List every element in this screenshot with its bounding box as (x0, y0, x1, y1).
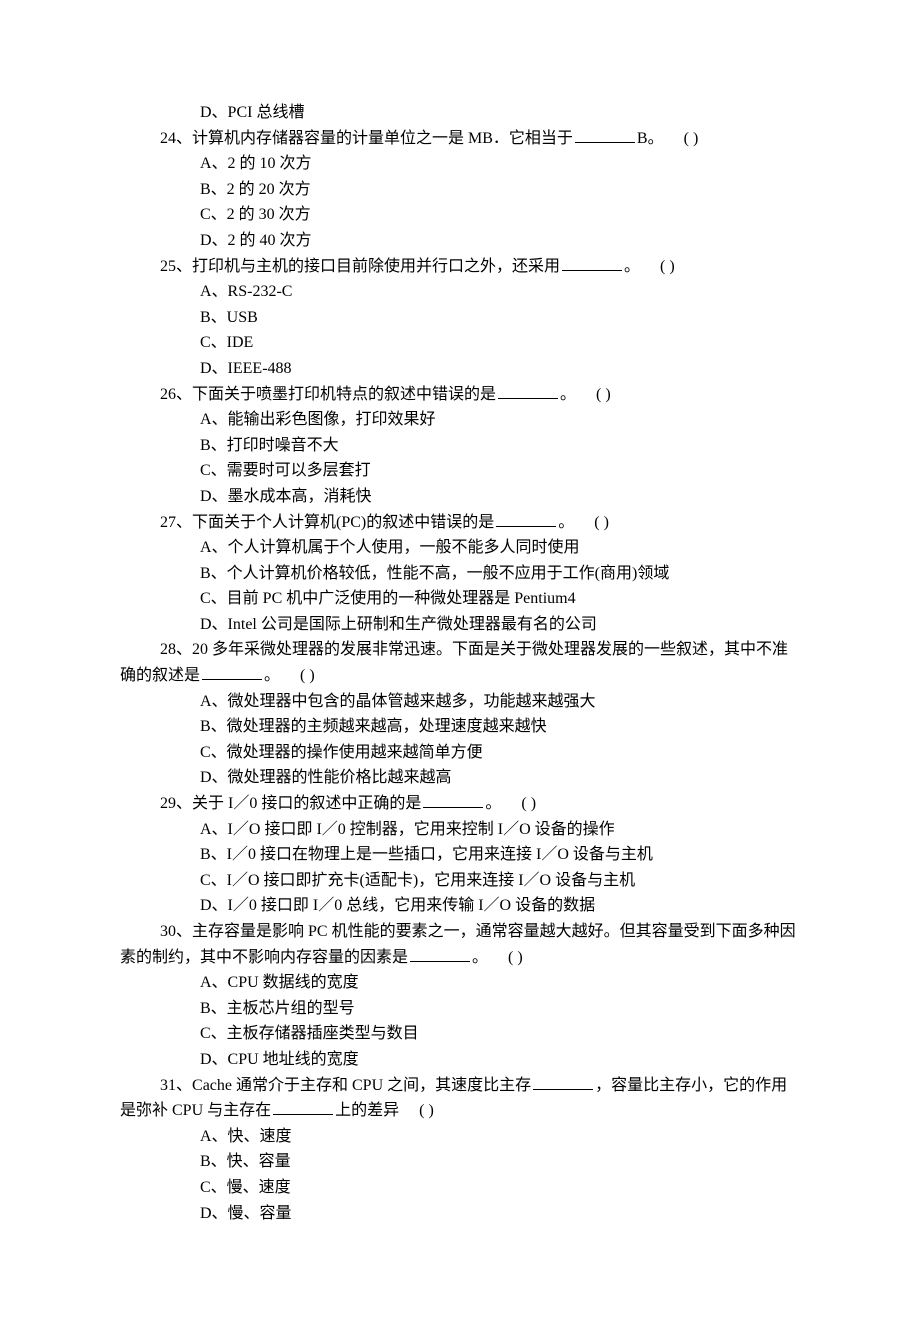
option-item: B、USB (120, 305, 800, 331)
question-text: 主存容量是影响 PC 机性能的要素之一，通常容量越大越好。但其容量受到下面多种因 (192, 923, 796, 940)
question-text-after: 。 (624, 258, 640, 275)
option-item: C、需要时可以多层套打 (120, 458, 800, 484)
question-number: 31、 (160, 1077, 192, 1094)
answer-paren: ( ) (419, 1102, 434, 1119)
blank (410, 945, 470, 962)
question-number: 29、 (160, 795, 192, 812)
question-number: 27、 (160, 514, 192, 531)
question-25: 25、打印机与主机的接口目前除使用并行口之外，还采用 。 ( ) (120, 254, 800, 280)
option-item: C、慢、速度 (120, 1175, 800, 1201)
question-number: 24、 (160, 130, 192, 147)
option-item: D、Intel 公司是国际上研制和生产微处理器最有名的公司 (120, 612, 800, 638)
question-text: Cache 通常介于主存和 CPU 之间，其速度比主存 (192, 1077, 531, 1094)
question-number: 30、 (160, 923, 192, 940)
option-item: A、I／O 接口即 I／0 控制器，它用来控制 I／O 设备的操作 (120, 817, 800, 843)
question-text-after: 上的差异 (335, 1102, 399, 1119)
question-text: 计算机内存储器容量的计量单位之一是 MB．它相当于 (192, 130, 573, 147)
answer-paren: ( ) (684, 130, 699, 147)
option-item: C、I／O 接口即扩充卡(适配卡)，它用来连接 I／O 设备与主机 (120, 868, 800, 894)
option-item: C、2 的 30 次方 (120, 202, 800, 228)
question-28: 28、20 多年采微处理器的发展非常迅速。下面是关于微处理器发展的一些叙述，其中… (120, 637, 800, 663)
option-item: B、主板芯片组的型号 (120, 996, 800, 1022)
blank (533, 1073, 593, 1090)
option-item: D、CPU 地址线的宽度 (120, 1047, 800, 1073)
option-item: C、微处理器的操作使用越来越简单方便 (120, 740, 800, 766)
option-item: B、2 的 20 次方 (120, 177, 800, 203)
question-text: 素的制约，其中不影响内存容量的因素是 (120, 949, 408, 966)
option-item: A、快、速度 (120, 1124, 800, 1150)
blank (423, 791, 483, 808)
question-number: 26、 (160, 386, 192, 403)
option-item: D、墨水成本高，消耗快 (120, 484, 800, 510)
option-item: D、I／0 接口即 I／0 总线，它用来传输 I／O 设备的数据 (120, 893, 800, 919)
question-text: 是弥补 CPU 与主存在 (120, 1102, 271, 1119)
option-item: B、微处理器的主频越来越高，处理速度越来越快 (120, 714, 800, 740)
question-27: 27、下面关于个人计算机(PC)的叙述中错误的是 。 ( ) (120, 510, 800, 536)
question-31-line2: 是弥补 CPU 与主存在 上的差异 ( ) (120, 1098, 800, 1124)
option-item: D、IEEE-488 (120, 356, 800, 382)
question-text-after: 。 (264, 667, 280, 684)
question-31: 31、Cache 通常介于主存和 CPU 之间，其速度比主存 ，容量比主存小，它的… (120, 1073, 800, 1099)
blank (575, 126, 635, 143)
question-text: 20 多年采微处理器的发展非常迅速。下面是关于微处理器发展的一些叙述，其中不准 (192, 641, 788, 658)
option-item: C、目前 PC 机中广泛使用的一种微处理器是 Pentium4 (120, 586, 800, 612)
option-item: A、个人计算机属于个人使用，一般不能多人同时使用 (120, 535, 800, 561)
question-26: 26、下面关于喷墨打印机特点的叙述中错误的是 。 ( ) (120, 382, 800, 408)
answer-paren: ( ) (596, 386, 611, 403)
option-item: A、能输出彩色图像，打印效果好 (120, 407, 800, 433)
answer-paren: ( ) (508, 949, 523, 966)
option-item: B、I／0 接口在物理上是一些插口，它用来连接 I／O 设备与主机 (120, 842, 800, 868)
option-item: B、打印时噪音不大 (120, 433, 800, 459)
question-text: ，容量比主存小，它的作用 (595, 1077, 787, 1094)
question-text-after: 。 (560, 386, 576, 403)
question-text: 关于 I／0 接口的叙述中正确的是 (192, 795, 421, 812)
option-item: D、慢、容量 (120, 1201, 800, 1227)
question-30-line2: 素的制约，其中不影响内存容量的因素是 。 ( ) (120, 945, 800, 971)
option-item: B、快、容量 (120, 1149, 800, 1175)
blank (562, 254, 622, 271)
question-text-after: B。 (637, 130, 664, 147)
option-item: A、微处理器中包含的晶体管越来越多，功能越来越强大 (120, 689, 800, 715)
question-29: 29、关于 I／0 接口的叙述中正确的是 。 ( ) (120, 791, 800, 817)
blank (496, 510, 556, 527)
question-30: 30、主存容量是影响 PC 机性能的要素之一，通常容量越大越好。但其容量受到下面… (120, 919, 800, 945)
question-text-after: 。 (472, 949, 488, 966)
question-24: 24、计算机内存储器容量的计量单位之一是 MB．它相当于 B。 ( ) (120, 126, 800, 152)
question-text: 下面关于喷墨打印机特点的叙述中错误的是 (192, 386, 496, 403)
answer-paren: ( ) (660, 258, 675, 275)
option-item: C、IDE (120, 330, 800, 356)
question-number: 25、 (160, 258, 192, 275)
option-item: D、微处理器的性能价格比越来越高 (120, 765, 800, 791)
option-item: A、2 的 10 次方 (120, 151, 800, 177)
option-item: A、CPU 数据线的宽度 (120, 970, 800, 996)
question-text-after: 。 (558, 514, 574, 531)
question-text: 确的叙述是 (120, 667, 200, 684)
option-item: A、RS-232-C (120, 279, 800, 305)
answer-paren: ( ) (300, 667, 315, 684)
option-item: C、主板存储器插座类型与数目 (120, 1021, 800, 1047)
answer-paren: ( ) (594, 514, 609, 531)
blank (273, 1098, 333, 1115)
option-item: D、PCI 总线槽 (120, 100, 800, 126)
question-28-line2: 确的叙述是 。 ( ) (120, 663, 800, 689)
blank (202, 663, 262, 680)
question-text-after: 。 (485, 795, 501, 812)
question-number: 28、 (160, 641, 192, 658)
blank (498, 382, 558, 399)
option-item: D、2 的 40 次方 (120, 228, 800, 254)
question-text: 打印机与主机的接口目前除使用并行口之外，还采用 (192, 258, 560, 275)
question-text: 下面关于个人计算机(PC)的叙述中错误的是 (192, 514, 494, 531)
option-item: B、个人计算机价格较低，性能不高，一般不应用于工作(商用)领域 (120, 561, 800, 587)
answer-paren: ( ) (521, 795, 536, 812)
